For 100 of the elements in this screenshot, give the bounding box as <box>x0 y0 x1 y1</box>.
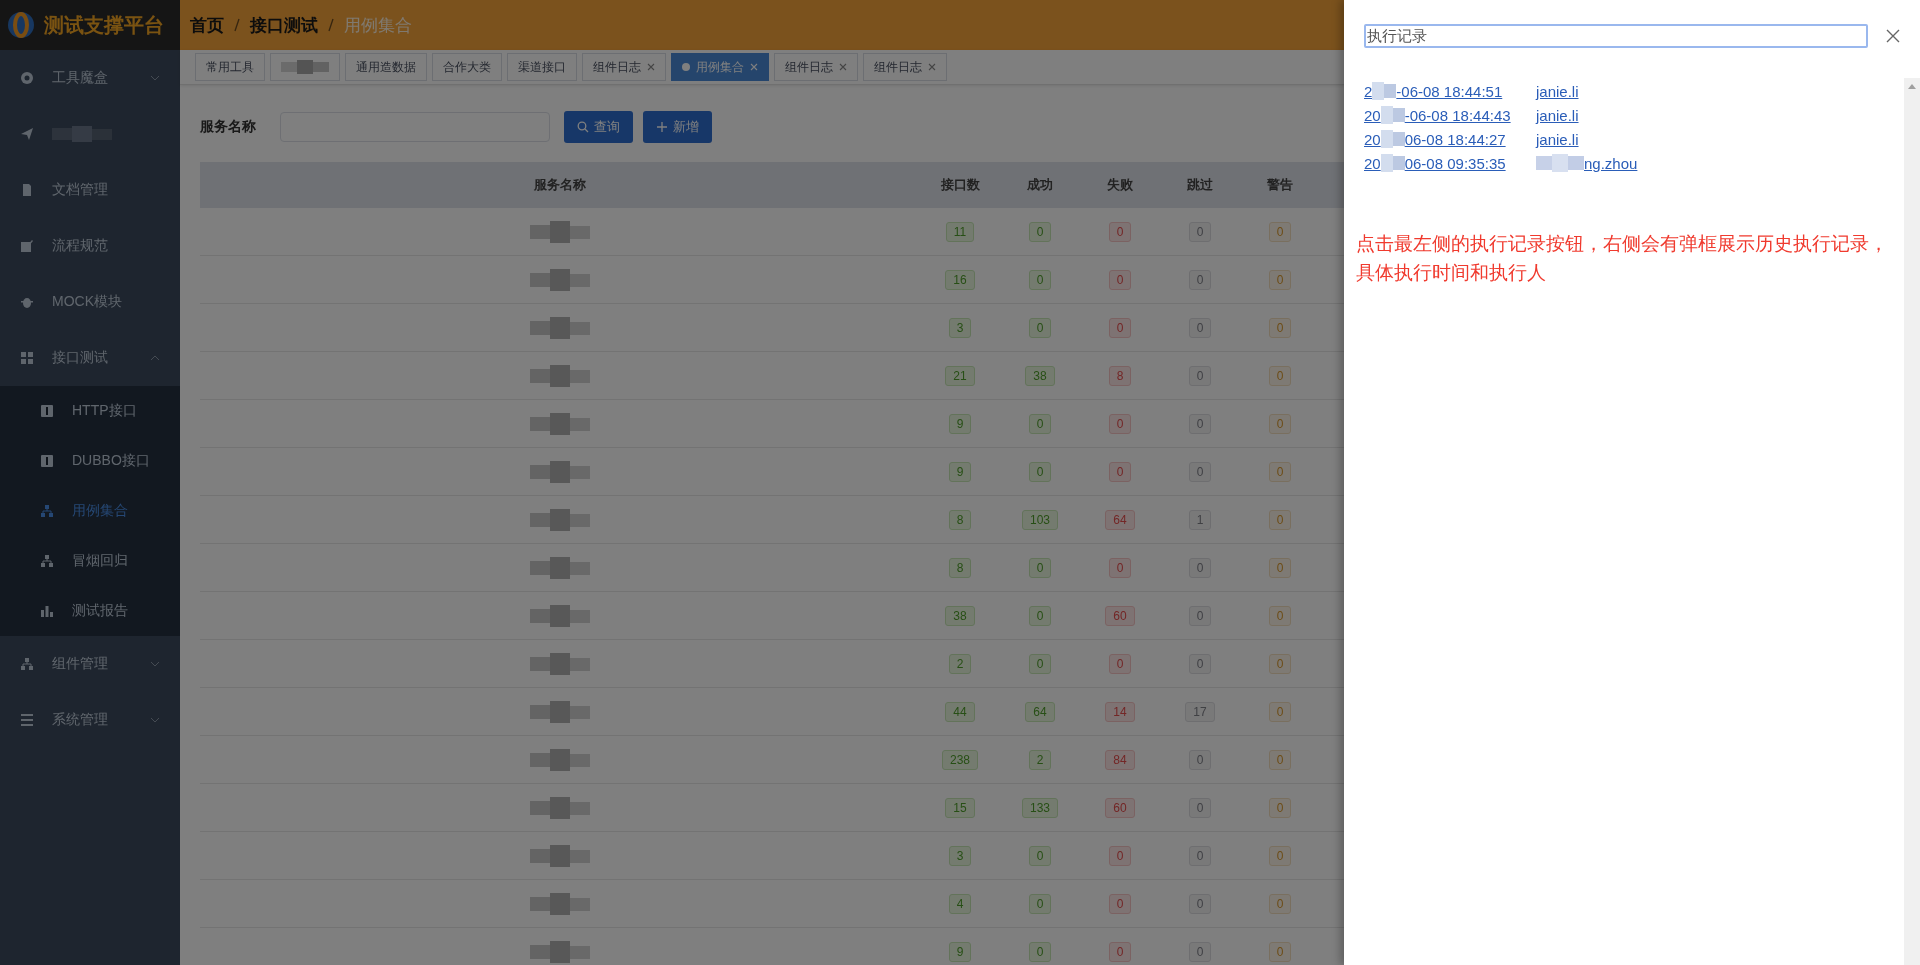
chevron-icon <box>150 717 160 723</box>
mosaic-block <box>1380 106 1405 124</box>
mosaic-block <box>530 460 590 483</box>
breadcrumb-link[interactable]: 接口测试 <box>250 13 318 37</box>
close-icon[interactable] <box>1886 29 1900 43</box>
column-header: 跳过 <box>1186 176 1214 194</box>
plus-icon <box>656 121 668 133</box>
menu-item[interactable]: 流程规范 <box>0 218 180 274</box>
mosaic-block <box>530 700 590 723</box>
count-badge: 8 <box>1108 365 1132 386</box>
count-badge: 0 <box>1028 461 1052 482</box>
count-badge: 0 <box>1028 557 1052 578</box>
bars-icon <box>40 604 54 618</box>
count-badge: 0 <box>1108 413 1132 434</box>
count-badge: 0 <box>1268 605 1292 626</box>
count-badge: 0 <box>1268 893 1292 914</box>
count-badge: 0 <box>1268 317 1292 338</box>
count-badge: 0 <box>1268 797 1292 818</box>
mosaic-block <box>530 364 590 387</box>
count-badge: 17 <box>1185 701 1215 722</box>
date-link[interactable]: 20 06-08 18:44:27 <box>1364 130 1516 148</box>
close-icon[interactable] <box>928 63 936 71</box>
mosaic-block <box>530 796 590 819</box>
mosaic-block <box>530 220 590 243</box>
count-badge: 0 <box>1108 893 1132 914</box>
count-badge: 11 <box>945 221 975 242</box>
search-icon <box>577 121 589 133</box>
tree-icon <box>40 504 54 518</box>
count-badge: 16 <box>945 269 975 290</box>
count-badge: 64 <box>1025 701 1055 722</box>
mosaic-block <box>530 412 590 435</box>
menu-item[interactable]: 工具魔盒 <box>0 50 180 106</box>
scrollbar[interactable] <box>1904 78 1920 965</box>
tab[interactable]: 通用造数据 <box>345 53 427 81</box>
count-badge: 4 <box>948 893 972 914</box>
title-field[interactable]: 执行记录 <box>1364 24 1868 48</box>
count-badge: 0 <box>1028 221 1052 242</box>
count-badge: 21 <box>945 365 975 386</box>
mosaic-block <box>530 892 590 915</box>
count-badge: 0 <box>1268 557 1292 578</box>
close-icon[interactable] <box>839 63 847 71</box>
chevron-icon <box>150 661 160 667</box>
submenu-item[interactable]: 用例集合 <box>0 486 180 536</box>
edit-icon <box>20 239 34 253</box>
submenu-item[interactable]: 冒烟回归 <box>0 536 180 586</box>
column-header: 接口数 <box>939 176 981 194</box>
tab[interactable]: 用例集合 <box>671 53 769 81</box>
tab[interactable]: 常用工具 <box>195 53 265 81</box>
tab[interactable]: 合作大类 <box>432 53 502 81</box>
mosaic-block <box>530 652 590 675</box>
breadcrumb-link[interactable]: 首页 <box>190 13 224 37</box>
user-link[interactable]: janie.li <box>1536 82 1579 100</box>
count-badge: 1 <box>1188 509 1212 530</box>
count-badge: 0 <box>1108 941 1132 962</box>
annotation-note: 点击最左侧的执行记录按钮，右侧会有弹框展示历史执行记录，具体执行时间和执行人 <box>1356 232 1889 285</box>
count-badge: 0 <box>1108 845 1132 866</box>
tab[interactable]: 组件日志 <box>863 53 947 81</box>
tab[interactable] <box>270 53 340 81</box>
mosaic-block <box>1372 82 1397 100</box>
date-link[interactable]: 20 06-08 09:35:35 <box>1364 154 1516 172</box>
date-link[interactable]: 2 -06-08 18:44:51 <box>1364 82 1516 100</box>
count-badge: 0 <box>1268 269 1292 290</box>
close-icon[interactable] <box>647 63 655 71</box>
submenu-item[interactable]: 测试报告 <box>0 586 180 636</box>
column-header: 成功 <box>1026 176 1054 194</box>
grid-icon <box>20 351 34 365</box>
column-header: 服务名称 <box>533 176 587 194</box>
count-badge: 0 <box>1028 893 1052 914</box>
tab[interactable]: 渠道接口 <box>507 53 577 81</box>
active-dot-icon <box>682 63 690 71</box>
menu-item[interactable]: MOCK模块 <box>0 274 180 330</box>
field-label: 服务名称 <box>200 118 257 136</box>
count-badge: 9 <box>948 461 972 482</box>
count-badge: 2 <box>1028 749 1052 770</box>
count-badge: 0 <box>1268 653 1292 674</box>
count-badge: 9 <box>948 941 972 962</box>
list-icon <box>20 713 34 727</box>
count-badge: 0 <box>1268 845 1292 866</box>
chevron-icon <box>150 355 160 361</box>
count-badge: 0 <box>1108 221 1132 242</box>
search-button[interactable]: 查询 <box>564 111 633 143</box>
count-badge: 60 <box>1105 605 1135 626</box>
user-link[interactable]: ng.zhou <box>1536 154 1638 172</box>
mosaic-block <box>530 940 590 963</box>
count-badge: 38 <box>1025 365 1055 386</box>
count-badge: 0 <box>1028 605 1052 626</box>
count-badge: 3 <box>948 845 972 866</box>
add-button[interactable]: 新增 <box>643 111 712 143</box>
tab[interactable]: 组件日志 <box>582 53 666 81</box>
mosaic-block <box>1380 154 1405 172</box>
count-badge: 133 <box>1022 797 1058 818</box>
slash-icon <box>234 18 240 32</box>
tab[interactable]: 组件日志 <box>774 53 858 81</box>
user-link[interactable]: janie.li <box>1536 130 1579 148</box>
mosaic-block <box>530 508 590 531</box>
date-link[interactable]: 20 -06-08 18:44:43 <box>1364 106 1516 124</box>
count-badge: 8 <box>948 509 972 530</box>
count-badge: 0 <box>1028 941 1052 962</box>
user-link[interactable]: janie.li <box>1536 106 1579 124</box>
count-badge: 64 <box>1105 509 1135 530</box>
